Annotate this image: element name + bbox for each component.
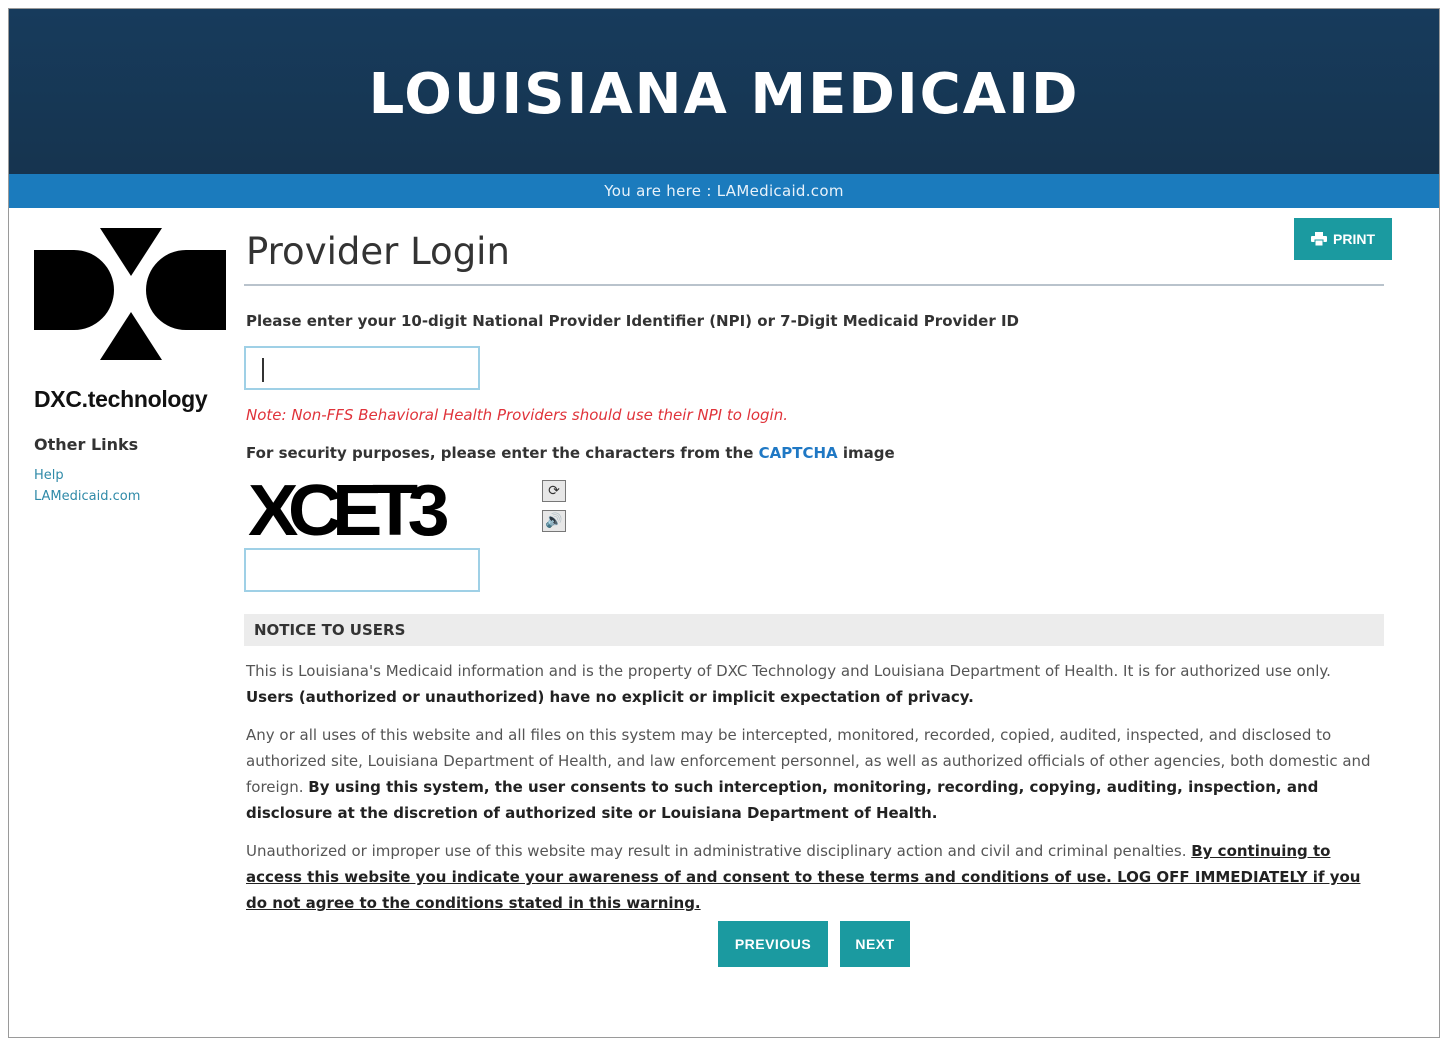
captcha-link[interactable]: CAPTCHA: [759, 444, 838, 462]
sidebar: DXC.technology Other Links Help LAMedica…: [34, 228, 234, 504]
nav-buttons: PREVIOUS NEXT: [718, 921, 910, 967]
notice-paragraph-2: Any or all uses of this website and all …: [246, 722, 1374, 826]
notice-body: This is Louisiana's Medicaid information…: [246, 658, 1374, 928]
captcha-text: XCET3: [248, 471, 450, 551]
captcha-label: For security purposes, please enter the …: [246, 444, 895, 462]
printer-icon: [1311, 232, 1327, 246]
notice-p1-text: This is Louisiana's Medicaid information…: [246, 662, 1331, 680]
captcha-label-after: image: [842, 444, 895, 462]
npi-input[interactable]: [244, 346, 480, 390]
sidebar-link-help[interactable]: Help: [34, 468, 234, 483]
notice-p3-text: Unauthorized or improper use of this web…: [246, 842, 1187, 860]
next-button[interactable]: NEXT: [840, 921, 910, 967]
print-button[interactable]: PRINT: [1294, 218, 1392, 260]
notice-heading: NOTICE TO USERS: [244, 614, 1384, 646]
npi-note: Note: Non-FFS Behavioral Health Provider…: [246, 406, 788, 424]
npi-label: Please enter your 10-digit National Prov…: [246, 312, 1019, 330]
notice-p1-bold: Users (authorized or unauthorized) have …: [246, 688, 974, 706]
text-caret: [262, 358, 264, 382]
sidebar-link-lamedicaid[interactable]: LAMedicaid.com: [34, 489, 234, 504]
dxc-logo-icon: [34, 228, 226, 360]
captcha-label-before: For security purposes, please enter the …: [246, 444, 754, 462]
previous-button[interactable]: PREVIOUS: [718, 921, 828, 967]
other-links-heading: Other Links: [34, 435, 139, 454]
site-header: LOUISIANA MEDICAID: [9, 9, 1439, 174]
title-row: Provider Login PRINT: [244, 218, 1392, 286]
site-title: LOUISIANA MEDICAID: [368, 62, 1080, 127]
refresh-icon[interactable]: ⟳: [542, 480, 566, 502]
notice-paragraph-1: This is Louisiana's Medicaid information…: [246, 658, 1374, 710]
page-title: Provider Login: [246, 230, 510, 273]
notice-paragraph-3: Unauthorized or improper use of this web…: [246, 838, 1374, 916]
captcha-image: XCET3 ⟳ 🔊: [248, 471, 578, 551]
breadcrumb: You are here : LAMedicaid.com: [9, 174, 1439, 208]
speaker-icon[interactable]: 🔊: [542, 510, 566, 532]
main-content: Provider Login PRINT Please enter your 1…: [244, 218, 1392, 967]
print-label: PRINT: [1333, 231, 1375, 247]
breadcrumb-text: You are here : LAMedicaid.com: [604, 182, 844, 200]
dxc-wordmark: DXC.technology: [34, 386, 208, 412]
captcha-input[interactable]: [244, 548, 480, 592]
notice-p2-bold: By using this system, the user consents …: [246, 778, 1319, 822]
